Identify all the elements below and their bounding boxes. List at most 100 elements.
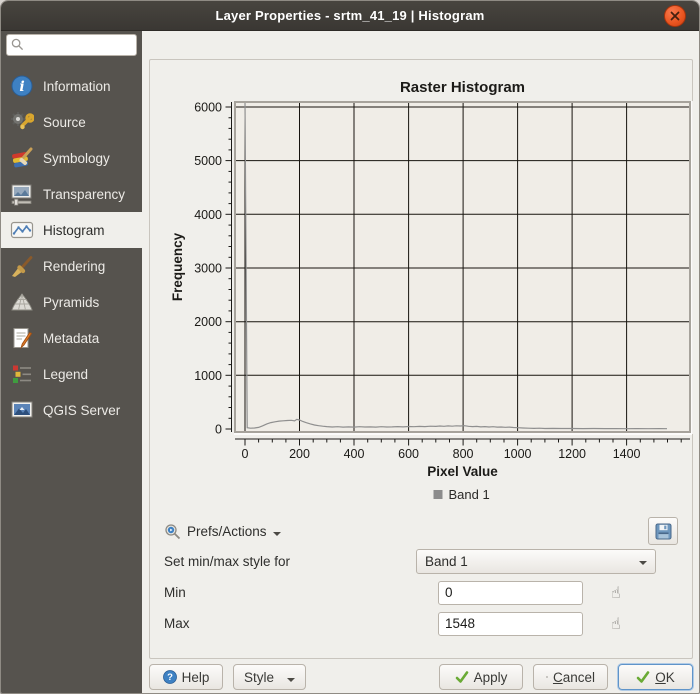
raster-histogram-chart[interactable]: 0 1000 2000 3000 4000 5000 6000 0 200 400 600 800 10… bbox=[150, 60, 694, 508]
style-label: Style bbox=[244, 670, 274, 685]
band-select-value: Band 1 bbox=[425, 554, 468, 569]
svg-text:0: 0 bbox=[242, 447, 249, 461]
svg-text:4000: 4000 bbox=[194, 208, 222, 222]
min-input[interactable] bbox=[438, 581, 583, 605]
x-icon bbox=[546, 670, 548, 684]
histogram-controls: Prefs/Actions bbox=[150, 508, 692, 639]
prefs-actions-icon bbox=[164, 523, 181, 540]
check-icon bbox=[455, 670, 469, 684]
layer-properties-dialog: Layer Properties - srtm_41_19 | Histogra… bbox=[0, 0, 700, 694]
search-icon bbox=[11, 38, 24, 51]
apply-button[interactable]: Apply bbox=[439, 664, 523, 690]
pick-min-hand-icon[interactable]: ☝ bbox=[611, 585, 621, 601]
svg-text:Pixel Value: Pixel Value bbox=[427, 464, 498, 479]
sidebar-item-label: Information bbox=[43, 79, 111, 94]
svg-text:2000: 2000 bbox=[194, 315, 222, 329]
svg-text:400: 400 bbox=[344, 447, 365, 461]
titlebar[interactable]: Layer Properties - srtm_41_19 | Histogra… bbox=[1, 1, 699, 31]
svg-text:Frequency: Frequency bbox=[170, 232, 185, 301]
sidebar-item-qgis-server[interactable]: QGIS Server bbox=[1, 392, 142, 428]
svg-text:Band 1: Band 1 bbox=[449, 487, 490, 502]
sidebar-item-label: Metadata bbox=[43, 331, 99, 346]
sidebar-item-histogram[interactable]: Histogram bbox=[1, 212, 142, 248]
dialog-footer: ? Help Style Apply bbox=[142, 659, 700, 694]
set-minmax-row: Set min/max style for Band 1 bbox=[164, 546, 678, 577]
sidebar-item-symbology[interactable]: Symbology bbox=[1, 140, 142, 176]
svg-text:1000: 1000 bbox=[194, 369, 222, 383]
max-row: Max ☝ bbox=[164, 608, 678, 639]
qgis-server-icon bbox=[10, 398, 34, 422]
help-button[interactable]: ? Help bbox=[149, 664, 223, 690]
source-icon bbox=[10, 110, 34, 134]
svg-text:1000: 1000 bbox=[504, 447, 532, 461]
symbology-icon bbox=[10, 146, 34, 170]
cancel-button[interactable]: Cancel bbox=[533, 664, 608, 690]
sidebar-item-label: Source bbox=[43, 115, 86, 130]
sidebar-item-legend[interactable]: Legend bbox=[1, 356, 142, 392]
sidebar-item-label: Histogram bbox=[43, 223, 105, 238]
max-label: Max bbox=[164, 616, 416, 631]
save-histogram-button[interactable] bbox=[648, 517, 678, 545]
sidebar-item-label: Legend bbox=[43, 367, 88, 382]
sidebar-search bbox=[6, 34, 137, 56]
help-icon: ? bbox=[163, 670, 177, 684]
svg-text:3000: 3000 bbox=[194, 262, 222, 276]
legend-icon bbox=[10, 362, 34, 386]
chevron-down-icon bbox=[639, 561, 647, 565]
cancel-label: Cancel bbox=[553, 670, 595, 685]
sidebar-item-rendering[interactable]: Rendering bbox=[1, 248, 142, 284]
transparency-icon bbox=[10, 182, 34, 206]
sidebar-item-label: Symbology bbox=[43, 151, 110, 166]
svg-text:i: i bbox=[19, 79, 24, 95]
min-label: Min bbox=[164, 585, 416, 600]
prefs-actions-label: Prefs/Actions bbox=[187, 524, 267, 539]
search-input[interactable] bbox=[6, 34, 137, 56]
histogram-panel: 0 1000 2000 3000 4000 5000 6000 0 200 400 600 800 10… bbox=[149, 59, 693, 659]
pyramids-icon bbox=[10, 290, 34, 314]
pick-max-hand-icon[interactable]: ☝ bbox=[611, 616, 621, 632]
check-icon bbox=[636, 670, 650, 684]
svg-text:1200: 1200 bbox=[558, 447, 586, 461]
sidebar-item-information[interactable]: i Information bbox=[1, 68, 142, 104]
save-icon bbox=[655, 523, 672, 540]
style-button[interactable]: Style bbox=[233, 664, 306, 690]
max-input[interactable] bbox=[438, 612, 583, 636]
set-minmax-label: Set min/max style for bbox=[164, 554, 416, 569]
ok-label: OK bbox=[655, 670, 675, 685]
sidebar-item-metadata[interactable]: Metadata bbox=[1, 320, 142, 356]
svg-text:6000: 6000 bbox=[194, 101, 222, 115]
information-icon: i bbox=[10, 74, 34, 98]
sidebar-item-label: Rendering bbox=[43, 259, 105, 274]
main-content: 0 1000 2000 3000 4000 5000 6000 0 200 400 600 800 10… bbox=[142, 31, 700, 694]
sidebar-item-label: QGIS Server bbox=[43, 403, 120, 418]
svg-text:Raster Histogram: Raster Histogram bbox=[400, 79, 525, 96]
apply-label: Apply bbox=[474, 670, 508, 685]
histogram-icon bbox=[10, 218, 34, 242]
svg-text:5000: 5000 bbox=[194, 154, 222, 168]
chevron-down-icon bbox=[287, 678, 295, 682]
svg-text:1400: 1400 bbox=[613, 447, 641, 461]
band-select[interactable]: Band 1 bbox=[416, 549, 656, 574]
help-label: Help bbox=[182, 670, 210, 685]
close-icon bbox=[670, 11, 680, 21]
prefs-actions-button[interactable]: Prefs/Actions bbox=[164, 523, 281, 540]
svg-text:800: 800 bbox=[453, 447, 474, 461]
ok-button[interactable]: OK bbox=[618, 664, 693, 690]
rendering-icon bbox=[10, 254, 34, 278]
window-title: Layer Properties - srtm_41_19 | Histogra… bbox=[215, 8, 484, 23]
sidebar: i Information Source bbox=[1, 31, 142, 694]
sidebar-item-source[interactable]: Source bbox=[1, 104, 142, 140]
svg-text:?: ? bbox=[167, 672, 173, 683]
svg-text:200: 200 bbox=[289, 447, 310, 461]
sidebar-nav: i Information Source bbox=[1, 68, 142, 428]
sidebar-item-pyramids[interactable]: Pyramids bbox=[1, 284, 142, 320]
sidebar-item-label: Pyramids bbox=[43, 295, 99, 310]
sidebar-item-transparency[interactable]: Transparency bbox=[1, 176, 142, 212]
close-button[interactable] bbox=[664, 5, 686, 27]
metadata-icon bbox=[10, 326, 34, 350]
svg-text:600: 600 bbox=[398, 447, 419, 461]
sidebar-item-label: Transparency bbox=[43, 187, 125, 202]
svg-text:0: 0 bbox=[215, 423, 222, 437]
min-row: Min ☝ bbox=[164, 577, 678, 608]
chevron-down-icon bbox=[273, 532, 281, 536]
